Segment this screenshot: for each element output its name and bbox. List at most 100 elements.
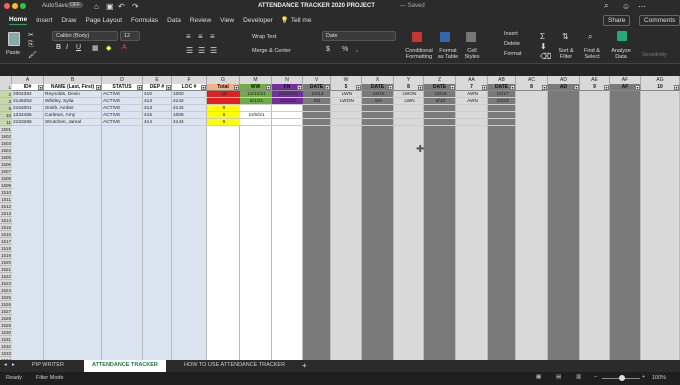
row-header[interactable]: 1513 bbox=[0, 210, 12, 217]
filter-dropdown-icon[interactable]: ▾ bbox=[635, 85, 640, 90]
table-cell[interactable]: 8/10/21 bbox=[272, 98, 303, 105]
row-header[interactable]: 1531 bbox=[0, 336, 12, 343]
table-cell[interactable]: AWN bbox=[456, 98, 488, 105]
row-header[interactable]: 1528 bbox=[0, 315, 12, 322]
cell-styles-icon[interactable] bbox=[466, 32, 476, 42]
table-header-cell[interactable]: NAME (Last, First) bbox=[44, 84, 102, 91]
fill-icon[interactable]: ⬇ bbox=[540, 42, 547, 51]
filter-dropdown-icon[interactable]: ▾ bbox=[266, 85, 271, 90]
table-cell[interactable]: 8/4 bbox=[362, 98, 394, 105]
tab-view[interactable]: View bbox=[220, 17, 234, 24]
filter-dropdown-icon[interactable]: ▾ bbox=[166, 85, 171, 90]
delete-cells-button[interactable]: Delete bbox=[504, 41, 520, 47]
row-header[interactable]: 1524 bbox=[0, 287, 12, 294]
filter-dropdown-icon[interactable]: ▾ bbox=[234, 85, 239, 90]
table-cell[interactable] bbox=[362, 112, 394, 119]
sheet-tab-attendance-tracker[interactable]: ATTENDANCE TRACKER bbox=[84, 360, 166, 372]
row-header[interactable]: 1 bbox=[0, 84, 12, 91]
table-cell[interactable] bbox=[331, 112, 362, 119]
table-cell[interactable]: 2004394 bbox=[12, 91, 44, 98]
search-icon[interactable]: ⌕ bbox=[604, 1, 608, 11]
table-cell[interactable]: 413 bbox=[143, 98, 172, 105]
table-cell[interactable]: 8/1/21 bbox=[240, 98, 272, 105]
row-header[interactable]: 1530 bbox=[0, 329, 12, 336]
table-cell[interactable] bbox=[394, 105, 424, 112]
find-select-button[interactable]: Find & Select bbox=[582, 48, 602, 60]
table-cell[interactable]: LWN bbox=[394, 98, 424, 105]
filter-dropdown-icon[interactable]: ▾ bbox=[542, 85, 547, 90]
table-cell[interactable] bbox=[488, 119, 516, 126]
borders-icon[interactable]: ▦ bbox=[92, 44, 99, 52]
row-header[interactable]: 1521 bbox=[0, 266, 12, 273]
table-cell[interactable]: LWON bbox=[331, 98, 362, 105]
table-cell[interactable] bbox=[456, 119, 488, 126]
cell-styles-button[interactable]: Cell Styles bbox=[462, 48, 482, 60]
percent-icon[interactable]: % bbox=[342, 46, 348, 53]
table-cell[interactable] bbox=[303, 105, 331, 112]
number-format-select[interactable]: Date bbox=[322, 31, 396, 41]
comma-icon[interactable]: , bbox=[356, 46, 358, 53]
tab-review[interactable]: Review bbox=[190, 17, 211, 24]
table-cell[interactable]: 4142 bbox=[172, 98, 207, 105]
table-cell[interactable]: 12/17 bbox=[488, 91, 516, 98]
table-cell[interactable] bbox=[424, 105, 456, 112]
currency-icon[interactable]: $ bbox=[326, 46, 330, 53]
filter-dropdown-icon[interactable]: ▾ bbox=[137, 85, 142, 90]
zoom-out-icon[interactable]: − bbox=[594, 374, 597, 380]
table-cell[interactable]: 12/16 bbox=[424, 91, 456, 98]
underline-icon[interactable]: U bbox=[76, 44, 81, 51]
table-cell[interactable] bbox=[303, 112, 331, 119]
row-header[interactable]: 1506 bbox=[0, 161, 12, 168]
filter-dropdown-icon[interactable]: ▾ bbox=[38, 85, 43, 90]
find-select-icon[interactable]: ⌕ bbox=[588, 32, 592, 42]
table-cell[interactable] bbox=[272, 112, 303, 119]
table-cell[interactable] bbox=[424, 112, 456, 119]
column-header[interactable]: N bbox=[272, 76, 303, 84]
table-cell[interactable]: 12/15 bbox=[362, 91, 394, 98]
row-header[interactable]: 1511 bbox=[0, 196, 12, 203]
table-cell[interactable]: 410 bbox=[143, 91, 172, 98]
zoom-window-icon[interactable] bbox=[20, 3, 26, 9]
table-cell[interactable]: 8 bbox=[207, 112, 240, 119]
row-header[interactable]: 1517 bbox=[0, 238, 12, 245]
zoom-in-icon[interactable]: + bbox=[642, 374, 645, 380]
column-header[interactable]: Y bbox=[394, 76, 424, 84]
row-header[interactable]: 1522 bbox=[0, 273, 12, 280]
redo-icon[interactable]: ↷ bbox=[132, 2, 139, 11]
table-cell[interactable]: 2164001 bbox=[12, 105, 44, 112]
row-header[interactable]: 1519 bbox=[0, 252, 12, 259]
filter-dropdown-icon[interactable]: ▾ bbox=[201, 85, 206, 90]
row-header[interactable]: 1505 bbox=[0, 154, 12, 161]
column-header[interactable]: AB bbox=[488, 76, 516, 84]
sort-filter-button[interactable]: Sort & Filter bbox=[556, 48, 576, 60]
filter-dropdown-icon[interactable]: ▾ bbox=[482, 85, 487, 90]
analyze-data-button[interactable]: Analyze Data bbox=[610, 48, 632, 60]
column-header[interactable]: M bbox=[240, 76, 272, 84]
table-cell[interactable] bbox=[362, 119, 394, 126]
tab-insert[interactable]: Insert bbox=[36, 17, 52, 24]
italic-icon[interactable]: I bbox=[66, 44, 68, 51]
table-cell[interactable]: ACTIVE bbox=[102, 98, 143, 105]
table-cell[interactable] bbox=[456, 105, 488, 112]
font-color-icon[interactable]: A bbox=[122, 44, 127, 51]
row-header[interactable]: 2 bbox=[0, 91, 12, 98]
analyze-data-icon[interactable] bbox=[617, 31, 627, 41]
row-header[interactable]: 1507 bbox=[0, 168, 12, 175]
table-cell[interactable] bbox=[272, 119, 303, 126]
table-cell[interactable] bbox=[424, 119, 456, 126]
row-header[interactable]: 1523 bbox=[0, 280, 12, 287]
table-cell[interactable]: Whitley, Sylia bbox=[44, 98, 102, 105]
column-header[interactable]: Z bbox=[424, 76, 456, 84]
table-cell[interactable] bbox=[456, 112, 488, 119]
table-cell[interactable]: 12/14 bbox=[303, 91, 331, 98]
row-header[interactable]: 1533 bbox=[0, 350, 12, 357]
align-right-icon[interactable]: ☰ bbox=[210, 46, 217, 55]
filter-dropdown-icon[interactable]: ▾ bbox=[297, 85, 302, 90]
font-family-select[interactable]: Calibri (Body) bbox=[52, 31, 118, 41]
filter-dropdown-icon[interactable]: ▾ bbox=[418, 85, 423, 90]
tab-formulas[interactable]: Formulas bbox=[131, 17, 158, 24]
table-cell[interactable]: Smith, Amber bbox=[44, 105, 102, 112]
row-header[interactable]: 3 bbox=[0, 98, 12, 105]
filter-dropdown-icon[interactable]: ▾ bbox=[388, 85, 393, 90]
row-header[interactable]: 1529 bbox=[0, 322, 12, 329]
